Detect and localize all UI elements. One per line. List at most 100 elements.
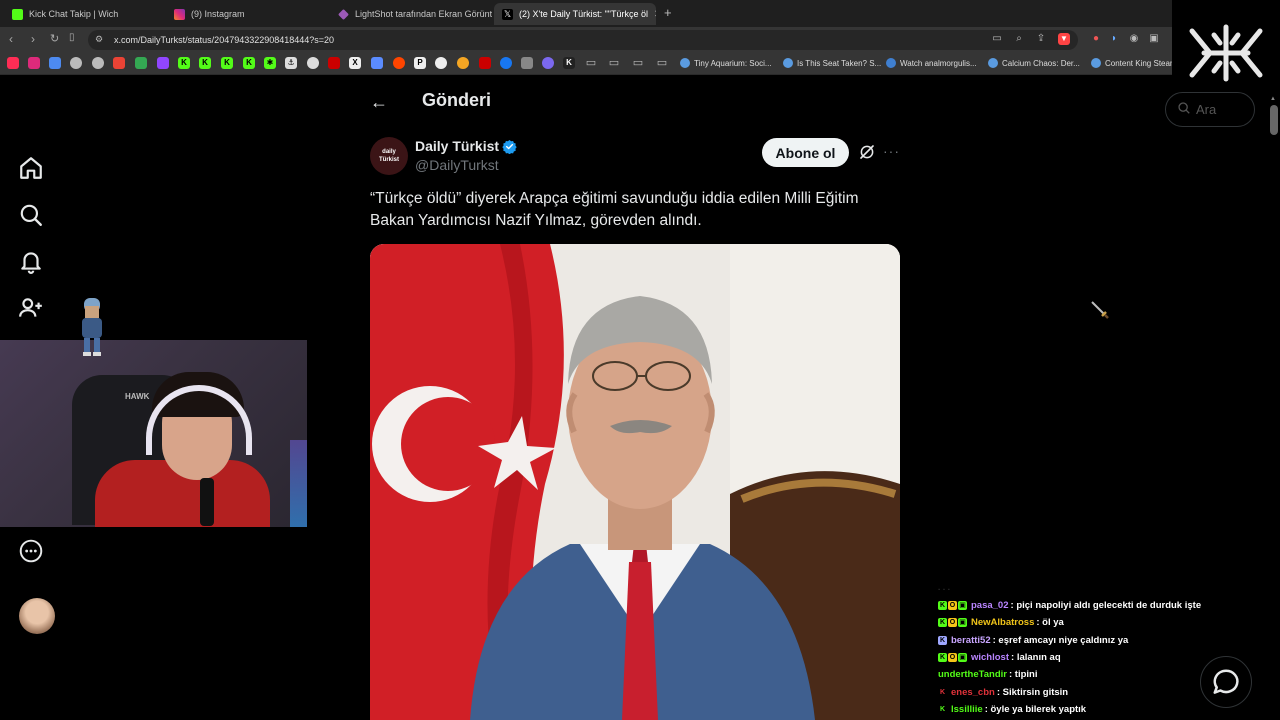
more-dots-icon[interactable]: ···: [883, 143, 900, 159]
extension-icon[interactable]: ◉: [1128, 33, 1140, 45]
share-icon[interactable]: ⇪: [1035, 33, 1047, 45]
bookmark-calcium-chaos[interactable]: Calcium Chaos: Der...: [988, 58, 1080, 68]
sidebar-icon[interactable]: ▣: [1148, 33, 1160, 45]
gmail-bookmark-icon[interactable]: [113, 57, 125, 69]
author-avatar[interactable]: daily Türkist: [370, 137, 408, 175]
chat-text: öl ya: [1042, 617, 1064, 628]
bookmark-icon[interactable]: [328, 57, 340, 69]
bookmark-content-king[interactable]: Content King Steam: [1091, 58, 1177, 68]
audio-extension-icon[interactable]: ◗: [1108, 33, 1120, 45]
chat-badges: K O ▣: [938, 618, 968, 627]
chat-badges: K O ▣: [938, 653, 968, 662]
chat-text: piçi napoliyi aldı gelecekti de durduk i…: [1016, 600, 1202, 611]
bookmark-icon[interactable]: P: [414, 57, 426, 69]
zoom-icon[interactable]: ⌕: [1013, 33, 1025, 45]
notifications-bell-icon[interactable]: [18, 248, 44, 274]
folder-icon[interactable]: ▭: [656, 57, 668, 69]
scrollbar-thumb[interactable]: [1270, 105, 1278, 135]
github-bookmark-icon[interactable]: [70, 57, 82, 69]
forward-icon[interactable]: ›: [31, 32, 35, 46]
reddit-bookmark-icon[interactable]: [393, 57, 405, 69]
site-settings-icon[interactable]: ⚙: [93, 33, 105, 45]
bookmark-icon[interactable]: [521, 57, 533, 69]
search-icon[interactable]: [18, 202, 44, 228]
kick-badge-icon: K: [939, 689, 946, 696]
tab-strip: Kick Chat Takip | Wich (9) Instagram Lig…: [0, 0, 1280, 27]
extension-icon[interactable]: ●: [1090, 33, 1102, 45]
folder-icon[interactable]: ▭: [632, 57, 644, 69]
x-bookmark-icon[interactable]: X: [349, 57, 361, 69]
browser-tab-lightshot[interactable]: LightShot tarafından Ekran Görüntüsü: [330, 3, 492, 25]
back-arrow-icon[interactable]: ←: [370, 92, 388, 113]
browser-tab-kick[interactable]: Kick Chat Takip | Wich: [4, 3, 164, 25]
cast-icon[interactable]: ▭: [991, 33, 1003, 45]
bookmark-icon[interactable]: [479, 57, 491, 69]
bookmark-label: Is This Seat Taken? S...: [797, 58, 882, 68]
gift-badge-icon: ▣: [958, 653, 967, 662]
author-name[interactable]: Daily Türkist: [415, 138, 499, 154]
folder-icon[interactable]: ▭: [608, 57, 620, 69]
post-photo[interactable]: [370, 244, 900, 720]
account-avatar[interactable]: [19, 598, 55, 634]
chat-badges: K: [938, 636, 948, 645]
browser-tab-x-active[interactable]: 𝕏 (2) X'te Daily Türkist: ""Türkçe öl ✕: [494, 3, 656, 25]
bookmark-label: Watch analmorgulis...: [900, 58, 977, 68]
bookmark-icon[interactable]: ✱: [264, 57, 276, 69]
chat-text: lalanın aq: [1016, 652, 1061, 663]
instagram-bookmark-icon[interactable]: [28, 57, 40, 69]
more-options-icon[interactable]: [18, 538, 44, 564]
bookmark-watch[interactable]: Watch analmorgulis...: [886, 58, 977, 68]
kick-badge-icon: K: [938, 653, 947, 662]
anchor-bookmark-icon[interactable]: ⚓: [285, 57, 297, 69]
chat-bubble-icon: [1213, 669, 1239, 694]
bookmark-icon[interactable]: [307, 57, 319, 69]
kick-bookmark-icon[interactable]: K: [243, 57, 255, 69]
brave-shield-icon[interactable]: ▼: [1058, 33, 1070, 45]
home-icon[interactable]: [18, 155, 44, 181]
folder-icon[interactable]: ▭: [585, 57, 597, 69]
chat-message: K O ▣ NewAlbatross: öl ya: [938, 617, 1064, 628]
author-handle[interactable]: @DailyTurkst: [415, 157, 499, 173]
twitch-bookmark-icon[interactable]: [157, 57, 169, 69]
post-image: [370, 244, 900, 720]
reload-icon[interactable]: ↻: [50, 32, 59, 45]
chat-username: wichlost: [971, 652, 1010, 663]
kick-bookmark-icon[interactable]: K: [178, 57, 190, 69]
post-text: “Türkçe öldü” diyerek Arapça eğitimi sav…: [370, 190, 859, 229]
chat-text: tipini: [1014, 669, 1038, 680]
bookmark-icon[interactable]: [371, 57, 383, 69]
web-bookmark-icon[interactable]: [92, 57, 104, 69]
chat-message: K lssilliie: öyle ya bilerek yaptık: [938, 704, 1086, 715]
messages-button[interactable]: [1200, 656, 1252, 708]
kick-badge-icon: K: [938, 636, 947, 645]
close-tab-icon[interactable]: ✕: [648, 9, 656, 20]
address-bar-row: ‹ › ↻ ▯ ⚙ x.com/DailyTurkst/status/20479…: [0, 27, 1280, 53]
chat-username: pasa_02: [971, 600, 1009, 611]
scroll-up-arrow-icon[interactable]: ▲: [1270, 96, 1276, 102]
browser-tab-instagram[interactable]: (9) Instagram: [166, 3, 328, 25]
follow-button[interactable]: Abone ol: [762, 138, 849, 167]
bookmark-icon[interactable]: K: [563, 57, 575, 69]
chat-badges: K: [938, 705, 948, 714]
steam-icon: [783, 58, 793, 68]
url-text[interactable]: x.com/DailyTurkst/status/204794332290841…: [114, 35, 334, 45]
bookmark-seat-taken[interactable]: Is This Seat Taken? S...: [783, 58, 881, 68]
drive-bookmark-icon[interactable]: [135, 57, 147, 69]
bookmark-icon[interactable]: [500, 57, 512, 69]
bookmark-icon[interactable]: [542, 57, 554, 69]
youtube-bookmark-icon[interactable]: [7, 57, 19, 69]
translate-bookmark-icon[interactable]: [49, 57, 61, 69]
lightshot-favicon-icon: [338, 8, 349, 20]
bookmark-label: Tiny Aquarium: Soci...: [694, 58, 772, 68]
bookmark-page-icon[interactable]: ▯: [69, 32, 75, 43]
kick-bookmark-icon[interactable]: K: [221, 57, 233, 69]
bookmark-icon[interactable]: [457, 57, 469, 69]
chat-message: K enes_cbn: Siktirsin gitsin: [938, 687, 1068, 698]
new-tab-button[interactable]: +: [664, 5, 672, 20]
grok-icon[interactable]: [858, 143, 876, 161]
bookmark-icon[interactable]: [435, 57, 447, 69]
follow-user-icon[interactable]: [18, 295, 44, 321]
kick-bookmark-icon[interactable]: K: [199, 57, 211, 69]
bookmark-tiny-aquarium[interactable]: Tiny Aquarium: Soci...: [680, 58, 772, 68]
back-icon[interactable]: ‹: [9, 32, 13, 46]
